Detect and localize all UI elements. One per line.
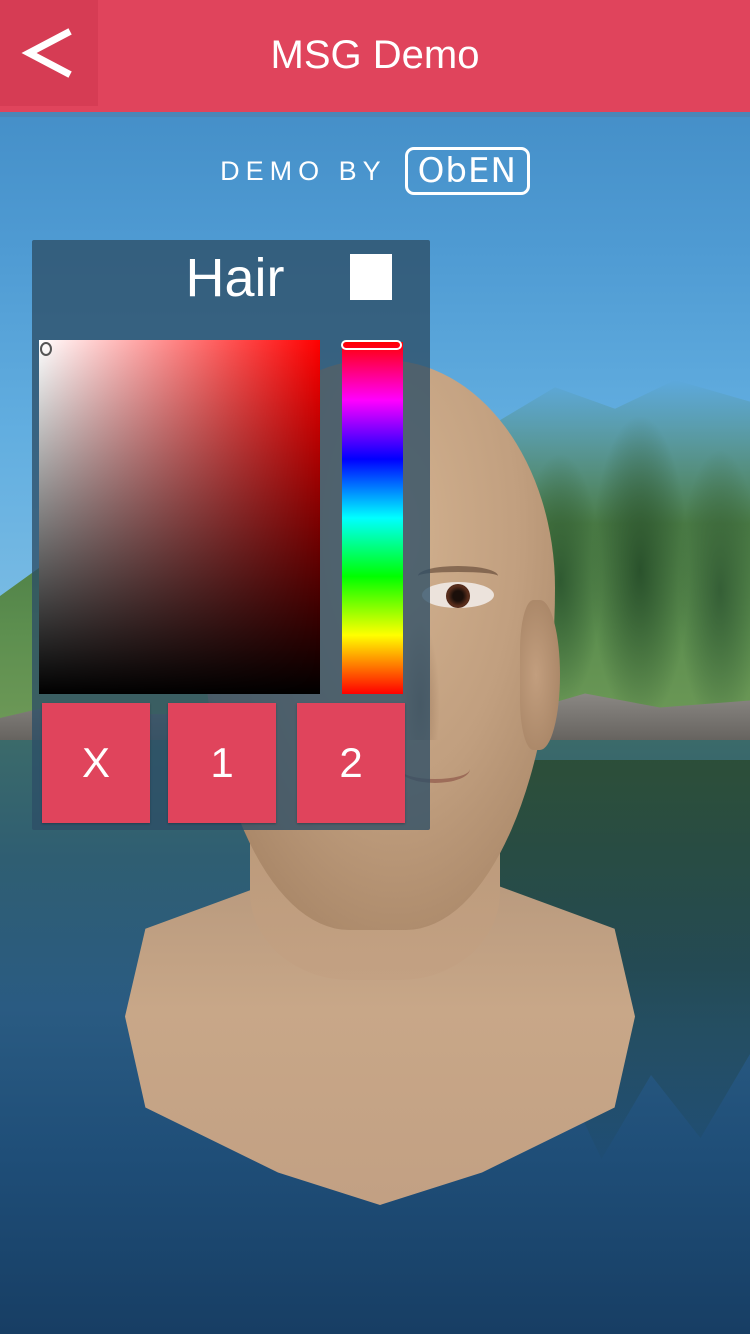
hue-slider-handle[interactable]: [341, 340, 402, 350]
avatar-eye: [422, 582, 494, 608]
hue-slider[interactable]: [341, 340, 403, 694]
close-picker-button[interactable]: X: [42, 703, 150, 823]
saturation-value-picker[interactable]: [39, 340, 320, 694]
page-title: MSG Demo: [270, 32, 480, 77]
saturation-value-cursor[interactable]: [40, 342, 52, 356]
preset-1-button[interactable]: 1: [168, 703, 276, 823]
brand-banner: DEMO BY ObEN: [0, 140, 750, 202]
back-button[interactable]: [0, 0, 98, 106]
avatar-ear: [520, 600, 560, 750]
selected-color-swatch[interactable]: [350, 254, 392, 300]
app-header: MSG Demo: [0, 0, 750, 117]
avatar-iris: [446, 584, 470, 608]
preset-2-button[interactable]: 2: [297, 703, 405, 823]
chevron-left-icon: [21, 28, 72, 78]
brand-prefix: DEMO BY: [220, 155, 387, 186]
oben-logo: ObEN: [404, 147, 530, 195]
color-target-label: Hair: [185, 248, 285, 308]
